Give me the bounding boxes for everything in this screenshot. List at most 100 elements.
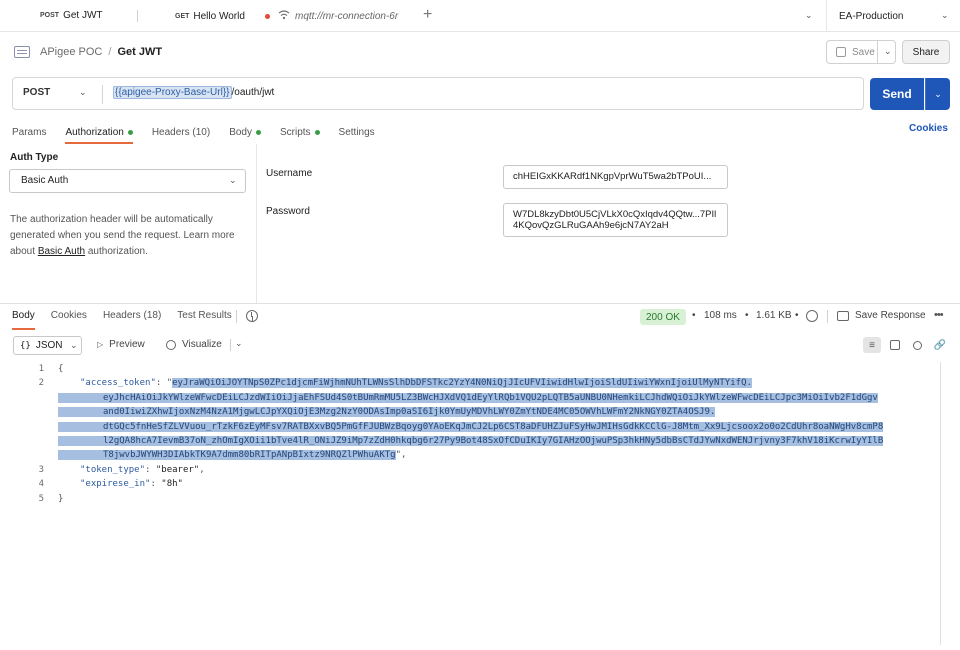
wifi-icon [278,9,290,23]
line-number: 4 [38,479,44,490]
code-scrollbar[interactable] [940,362,941,645]
braces-icon: {} [20,340,31,351]
save-split-divider [877,41,878,63]
chevron-down-icon[interactable]: ⌄ [884,46,892,57]
preview-button[interactable]: ▷ Preview [97,339,145,350]
tab-label: Body [229,126,252,138]
json-close-brace: } [58,493,64,504]
tab-label: Hello World [193,10,245,22]
save-button[interactable]: Save ⌄ [826,40,896,64]
json-value: "8h" [161,479,183,490]
history-icon[interactable] [246,310,258,322]
json-key: "token_type" [80,464,146,475]
tab-response-body[interactable]: Body [12,310,35,330]
tab-response-headers[interactable]: Headers (18) [103,310,161,326]
tab-method: GET [175,12,190,20]
tab-test-results[interactable]: Test Results [177,310,231,326]
auth-description-suffix: authorization. [85,246,148,257]
link-icon[interactable]: 🔗 [931,337,949,353]
url-divider [102,85,103,104]
tab-headers[interactable]: Headers (10) [152,122,210,142]
http-request-icon [14,46,30,58]
search-icon[interactable] [908,337,926,353]
unsaved-dot-icon [265,13,270,19]
url-input[interactable]: {{apigee-Proxy-Base-Url}}/oauth/jwt [113,86,275,99]
tab-scripts[interactable]: Scripts [280,122,320,142]
tab-label: Authorization [65,126,124,138]
has-content-dot-icon [255,129,261,135]
line-number: 2 [38,378,44,389]
tab-authorization[interactable]: Authorization [65,122,134,144]
json-value-selected: eyJhcHAiOiJkYWlzeWFwcDEiLCJzdWIiOiJjaEhF… [58,392,878,403]
json-value: "bearer" [155,464,200,475]
chevron-down-icon: ⌄ [70,340,78,350]
json-value-selected: T8jwvbJWYWH3DIAbkTK9A7dmm80bRITpANpBIxtz… [58,450,396,461]
tab-label: mqtt://mr-connection-6r [295,10,399,22]
request-tabs: Params Authorization Headers (10) Body S… [12,122,394,144]
save-icon [836,47,846,57]
chevron-down-icon[interactable]: ⌄ [79,87,87,98]
status-badge[interactable]: 200 OK [640,309,686,325]
share-button[interactable]: Share [902,40,950,64]
breadcrumb-collection[interactable]: APigee POC [40,46,102,58]
divider [230,339,231,351]
password-field[interactable]: W7DL8kzyDbt0U5CjVLkX0cQxIqdv4QQtw...7PIl… [503,203,728,237]
chevron-down-icon: ⌄ [941,10,949,20]
visualize-label: Visualize [182,339,222,350]
basic-auth-link[interactable]: Basic Auth [38,246,85,257]
json-value-selected: l2gQA8hcA7IevmB37oN_zhOmIgXOii1bTve4lR_O… [58,436,884,446]
tabs-overflow-chevron-icon[interactable]: ⌄ [805,10,813,21]
url-variable[interactable]: {{apigee-Proxy-Base-Url}} [113,86,232,99]
word-wrap-icon[interactable]: ≡ [863,337,881,353]
tab-params[interactable]: Params [12,122,46,142]
chevron-down-icon[interactable]: ⌄ [235,338,243,349]
play-icon: ▷ [97,340,104,349]
tab-settings[interactable]: Settings [339,122,375,142]
json-value-continuation: eyJhcHAiOiJkYWlzeWFwcDEiLCJzdWIiOiJjaEhF… [58,391,878,405]
bullet-separator: • [692,310,696,321]
more-options-icon[interactable]: ••• [934,309,944,321]
line-number: 5 [38,493,44,504]
save-button-label: Save [852,46,875,58]
tab-get-jwt[interactable]: POST Get JWT [40,0,103,32]
breadcrumb: APigee POC / Get JWT [14,44,162,60]
tab-body[interactable]: Body [229,122,261,142]
save-response-button[interactable]: Save Response [855,310,926,321]
network-globe-icon[interactable] [806,310,818,322]
url-path: /oauth/jwt [231,87,275,98]
bullet-separator: • [745,310,749,321]
copy-icon[interactable] [886,337,904,353]
json-value-selected: and0IiwiZXhwIjoxNzM4NzA1MjgwLCJpYXQiOjE3… [58,407,716,418]
json-line-expires-in: "expirese_in": "8h" [80,479,183,490]
pane-divider[interactable] [0,303,960,304]
response-time[interactable]: 108 ms [704,310,737,321]
has-content-dot-icon [127,129,133,135]
auth-type-select[interactable]: Basic Auth ⌄ [9,169,246,193]
send-button[interactable]: Send [870,78,924,110]
json-value-selected: eyJraWQiOiJOYTNpS0ZPc1djcmFiWjhmNUhTLWNs… [172,378,752,389]
chevron-down-icon: ⌄ [229,175,237,185]
tab-label: Settings [338,126,375,138]
username-label: Username [266,168,313,179]
response-format-select[interactable]: {} JSON ⌄ [13,336,82,355]
tab-divider [137,10,138,22]
json-line-access-token: "access_token": "eyJraWQiOiJOYTNpS0ZPc1d… [80,378,752,389]
add-tab-icon[interactable]: + [423,6,432,24]
breadcrumb-separator: / [108,46,112,58]
tab-label: Get JWT [63,9,103,21]
send-options-chevron-icon[interactable]: ⌄ [925,78,950,110]
username-field[interactable]: chHEIGxKKARdf1NKgpVprWuT5wa2bTPoUI... [503,165,728,189]
response-size[interactable]: 1.61 KB [756,310,792,321]
breadcrumb-request-name[interactable]: Get JWT [117,46,162,58]
save-response-icon [837,311,849,321]
visualize-button[interactable]: Visualize [166,339,222,350]
cookies-link[interactable]: Cookies [909,123,948,134]
preview-label: Preview [109,339,145,350]
tab-hello-world[interactable]: GET Hello World [175,0,245,32]
tab-mqtt-connection[interactable]: mqtt://mr-connection-6r [265,0,398,32]
http-method-select[interactable]: POST [23,87,50,98]
environment-selector[interactable]: EA-Production ⌄ [826,0,960,32]
format-value: JSON [35,340,63,351]
tab-response-cookies[interactable]: Cookies [51,310,87,326]
url-bar: POST ⌄ {{apigee-Proxy-Base-Url}}/oauth/j… [12,77,864,110]
